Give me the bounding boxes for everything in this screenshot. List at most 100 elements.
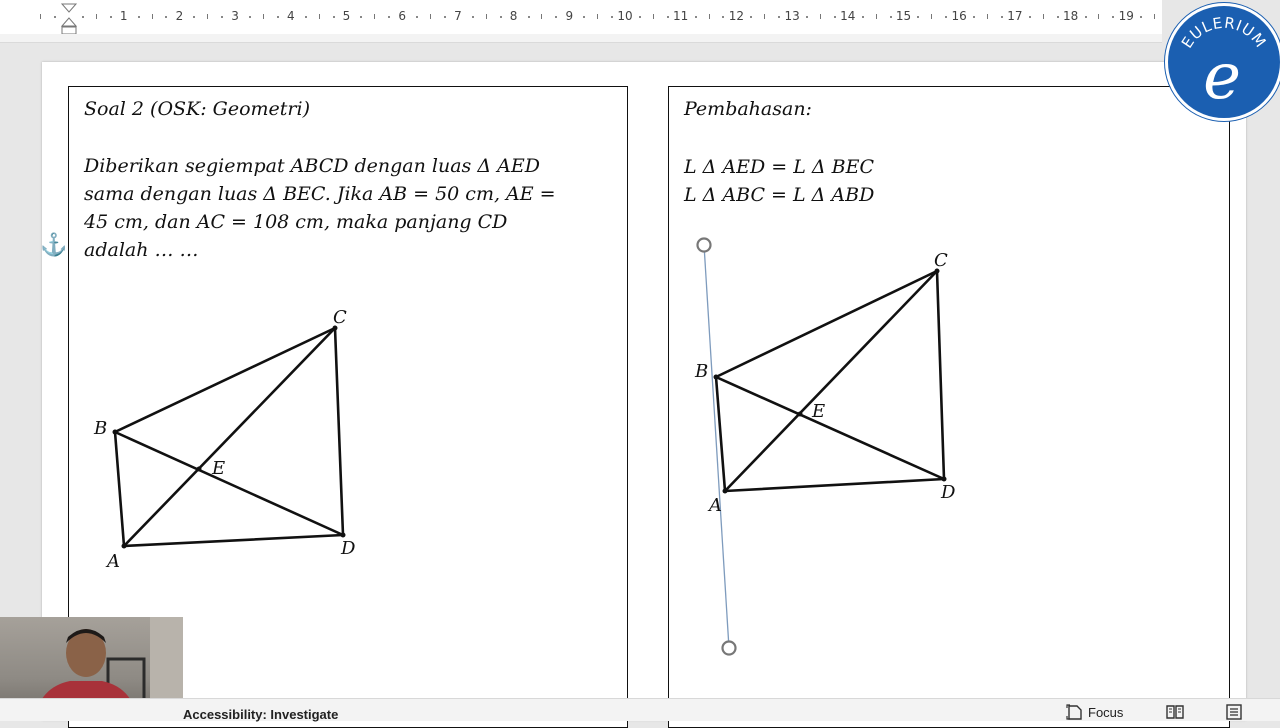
ruler-tick bbox=[987, 14, 989, 19]
point-e bbox=[196, 466, 202, 472]
label-c: C bbox=[333, 307, 347, 328]
selection-line bbox=[703, 244, 730, 649]
ruler-dot bbox=[276, 16, 279, 18]
ruler-dot bbox=[694, 16, 697, 18]
ruler-dot bbox=[360, 16, 363, 18]
ruler-number: 7 bbox=[454, 9, 462, 23]
ruler-tick bbox=[430, 14, 432, 19]
anchor-icon[interactable]: ⚓ bbox=[40, 232, 67, 258]
ruler-number: 1 bbox=[119, 9, 128, 23]
label-e: E bbox=[811, 401, 825, 422]
ruler-number: 15 bbox=[895, 9, 912, 23]
eulerium-logo: EULERIUM e bbox=[1165, 3, 1280, 121]
label-b: B bbox=[93, 418, 107, 439]
ruler-tick bbox=[541, 14, 543, 19]
ruler-dot bbox=[443, 16, 446, 18]
ruler-dot bbox=[1056, 16, 1059, 18]
ruler-tick bbox=[819, 14, 821, 19]
segment-cd bbox=[935, 269, 946, 481]
ruler-dot bbox=[750, 16, 753, 18]
label-a: A bbox=[707, 495, 722, 516]
focus-button[interactable]: Focus bbox=[1066, 704, 1123, 720]
read-mode-icon[interactable] bbox=[1165, 704, 1185, 720]
ruler-tick bbox=[95, 14, 97, 19]
ruler-number: 11 bbox=[673, 9, 689, 23]
ruler-dot bbox=[193, 16, 196, 18]
ruler-tick bbox=[262, 14, 264, 19]
document-page[interactable]: Soal 2 (OSK: Geometri) Diberikan segiemp… bbox=[42, 62, 1246, 728]
ruler-dot bbox=[611, 16, 614, 18]
ruler-dot bbox=[221, 16, 224, 18]
ruler-dot bbox=[1112, 16, 1115, 18]
ruler-number: 9 bbox=[565, 9, 574, 23]
ruler-tick bbox=[151, 14, 153, 19]
ruler-number: 19 bbox=[1118, 9, 1134, 23]
ruler-dot bbox=[249, 16, 252, 18]
ruler-dot bbox=[1140, 16, 1143, 18]
ruler-number: 12 bbox=[728, 9, 745, 23]
segment-da bbox=[122, 533, 345, 548]
ruler-dot bbox=[304, 16, 307, 18]
ruler-dot bbox=[81, 16, 84, 18]
ruler-number: 2 bbox=[175, 9, 184, 23]
solution-quadrilateral-figure: A B C D E bbox=[694, 237, 956, 656]
ruler-tick bbox=[40, 14, 42, 19]
ruler-dot bbox=[1084, 16, 1087, 18]
ruler-dot bbox=[666, 16, 669, 18]
ruler-number: 16 bbox=[951, 9, 967, 23]
ruler-dot bbox=[388, 16, 391, 18]
point-d bbox=[941, 476, 947, 482]
ruler-dot bbox=[973, 16, 976, 18]
ruler-dot bbox=[471, 16, 474, 18]
ruler-tick bbox=[374, 14, 376, 19]
ruler-dot bbox=[806, 16, 809, 18]
ruler-number: 13 bbox=[784, 9, 800, 23]
point-d bbox=[340, 532, 346, 538]
logo-letter: e bbox=[1203, 40, 1241, 114]
solution-panel: Pembahasan: L Δ AED = L Δ BEC L Δ ABC = … bbox=[668, 86, 1230, 728]
diagonal-ac bbox=[723, 269, 939, 493]
horizontal-ruler[interactable]: 1 2 3 4 5 6 7 8 9 10 11 12 13 14 15 16 17 18 19 bbox=[0, 0, 1162, 36]
label-d: D bbox=[340, 538, 356, 559]
ruler-dot bbox=[722, 16, 725, 18]
label-c: C bbox=[934, 250, 948, 271]
ruler-dot bbox=[137, 16, 140, 18]
ruler-tick bbox=[207, 14, 209, 19]
diagonal-ac bbox=[122, 326, 337, 548]
ruler-dot bbox=[416, 16, 419, 18]
point-e bbox=[797, 411, 803, 417]
print-layout-icon[interactable] bbox=[1224, 704, 1244, 720]
ruler-tick bbox=[485, 14, 487, 19]
ruler-dot bbox=[499, 16, 502, 18]
ruler-dot bbox=[889, 16, 892, 18]
ruler-tick bbox=[931, 14, 933, 19]
ruler-number: 5 bbox=[342, 9, 351, 23]
ruler-tick bbox=[764, 14, 766, 19]
segment-bc bbox=[714, 269, 939, 379]
ruler-dot bbox=[833, 16, 836, 18]
ruler-tick bbox=[1098, 14, 1100, 19]
label-a: A bbox=[105, 551, 120, 572]
point-b bbox=[112, 429, 118, 435]
ruler-shadow bbox=[0, 34, 1162, 43]
ruler-tick bbox=[1042, 14, 1044, 19]
label-d: D bbox=[940, 482, 956, 503]
ruler-number: 3 bbox=[231, 9, 239, 23]
selection-handle-bottom bbox=[721, 640, 737, 656]
indent-marker-icon[interactable] bbox=[61, 2, 77, 36]
ruler-tick bbox=[708, 14, 710, 19]
ruler-tick bbox=[875, 14, 877, 19]
ruler-dot bbox=[583, 16, 586, 18]
ruler-dot bbox=[555, 16, 558, 18]
segment-ab bbox=[113, 430, 126, 548]
segment-bc bbox=[113, 326, 337, 434]
ruler-dot bbox=[527, 16, 530, 18]
ruler-tick bbox=[1154, 14, 1156, 19]
ruler-dot bbox=[109, 16, 112, 18]
ruler-number: 10 bbox=[617, 9, 633, 23]
ruler-tick bbox=[597, 14, 599, 19]
ruler-tick bbox=[652, 14, 654, 19]
ruler-dot bbox=[638, 16, 641, 18]
ruler-number: 17 bbox=[1007, 9, 1023, 23]
ruler-tick bbox=[318, 14, 320, 19]
